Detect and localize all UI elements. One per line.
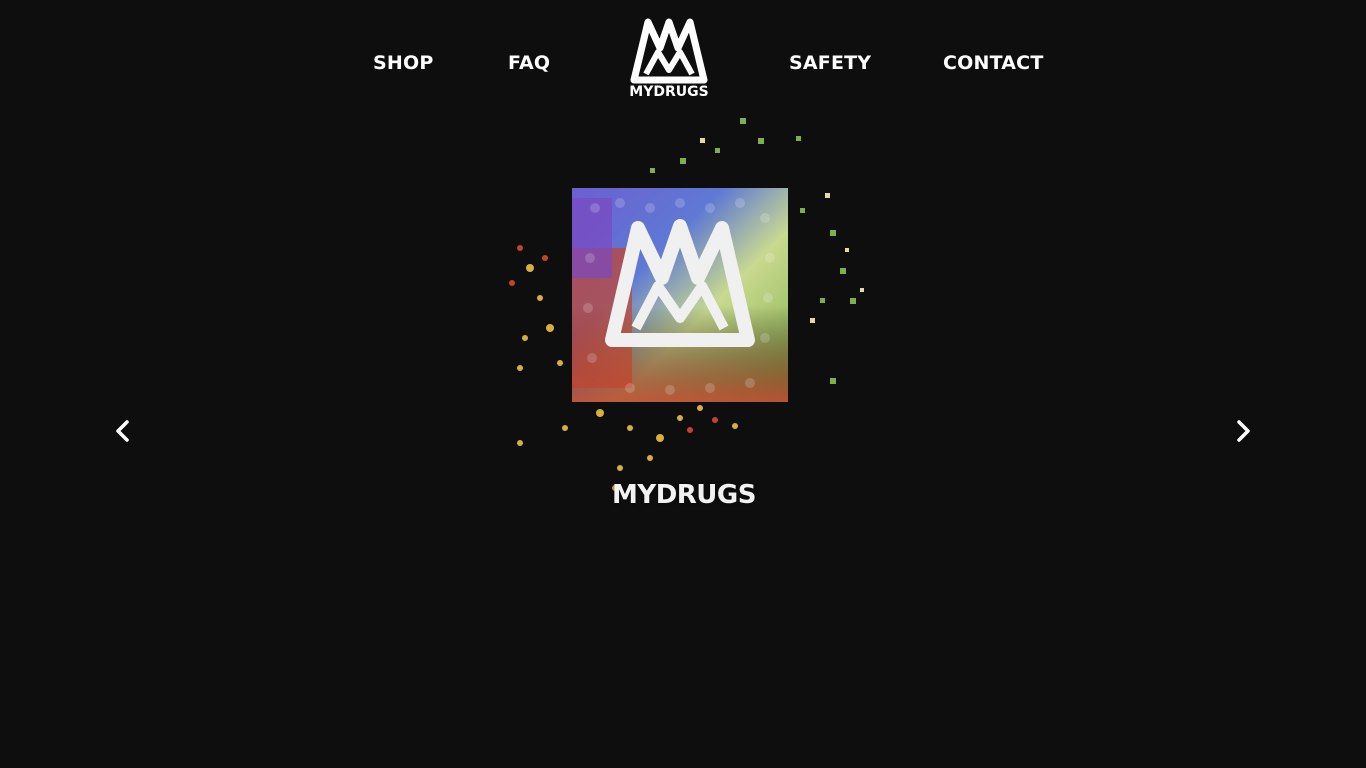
- header-logo-text: MYDRUGS: [629, 84, 709, 100]
- slider-prev-button[interactable]: [110, 418, 136, 444]
- crown-m-logo-icon: [630, 18, 708, 84]
- nav-link-faq[interactable]: FAQ: [508, 52, 550, 74]
- nav-link-safety[interactable]: SAFETY: [789, 52, 871, 74]
- chevron-right-icon: [1237, 420, 1250, 442]
- slider-next-button[interactable]: [1230, 418, 1256, 444]
- chevron-left-icon: [116, 420, 129, 442]
- page: SHOP FAQ MYDRUGS SAFETY CONTACT MYDRUGS: [0, 0, 1366, 768]
- nav-link-shop[interactable]: SHOP: [373, 52, 433, 74]
- nav-link-contact[interactable]: CONTACT: [943, 52, 1044, 74]
- hero-slide-image: [500, 108, 900, 498]
- hero-wordmark: MYDRUGS: [612, 480, 756, 510]
- header-logo[interactable]: MYDRUGS: [626, 18, 712, 104]
